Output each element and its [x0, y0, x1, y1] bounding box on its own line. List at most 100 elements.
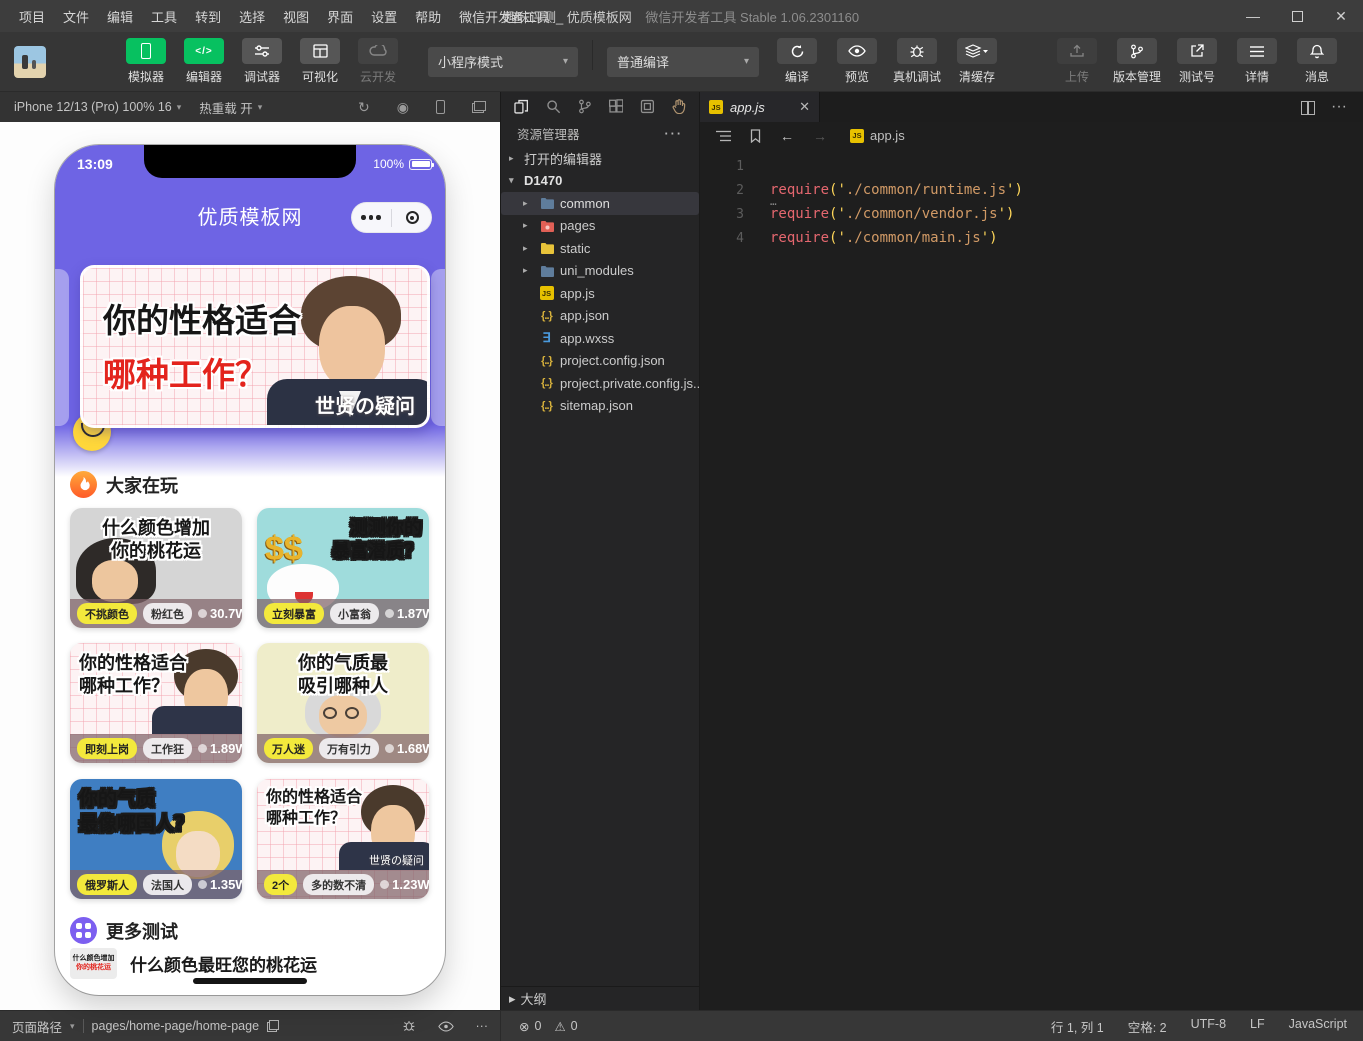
user-avatar[interactable]	[14, 46, 46, 78]
extensions-icon[interactable]	[609, 99, 624, 114]
menu-edit[interactable]: 编辑	[98, 7, 142, 26]
source-control-icon[interactable]	[578, 99, 592, 114]
search-icon[interactable]	[546, 99, 561, 114]
page-path-label[interactable]: 页面路径	[12, 1017, 62, 1036]
menu-wechat-devtools[interactable]: 微信开发者工具	[450, 7, 559, 26]
navigate-back-icon[interactable]: ←	[780, 128, 794, 144]
indentation[interactable]: 空格: 2	[1128, 1017, 1167, 1036]
option-tag[interactable]: 多的数不清	[303, 874, 374, 895]
eol-sequence[interactable]: LF	[1250, 1017, 1265, 1036]
restart-icon[interactable]: ↻	[358, 100, 370, 114]
folder-row-pages[interactable]: ▸ pages	[501, 215, 699, 238]
breadcrumb[interactable]: JS app.js	[850, 128, 905, 143]
quiz-card[interactable]: 你的性格适合 哪种工作？ 即刻上岗 工作狂 1.89W	[70, 643, 242, 763]
option-tag[interactable]: 工作狂	[143, 738, 192, 759]
menu-select[interactable]: 选择	[230, 7, 274, 26]
minimize-button[interactable]: —	[1231, 0, 1275, 32]
option-tag[interactable]: 俄罗斯人	[77, 874, 137, 895]
option-tag[interactable]: 即刻上岗	[77, 738, 137, 759]
option-tag[interactable]: 小富翁	[330, 603, 379, 624]
quiz-card[interactable]: 你的气质最 吸引哪种人 万人迷 万有引力 1.68W	[257, 643, 429, 763]
preview-button[interactable]: 预览	[833, 38, 881, 85]
more-item-title[interactable]: 什么颜色最旺您的桃花运	[130, 951, 317, 976]
file-row-app-json[interactable]: {..} app.json	[501, 305, 699, 328]
menu-tools[interactable]: 工具	[142, 7, 186, 26]
file-row-sitemap-json[interactable]: {..} sitemap.json	[501, 395, 699, 418]
open-editors-row[interactable]: ▸ 打开的编辑器	[501, 147, 699, 170]
option-tag[interactable]: 2个	[264, 874, 297, 895]
visualization-toggle-button[interactable]: 可视化	[296, 38, 344, 85]
device-debug-button[interactable]: 真机调试	[893, 38, 941, 85]
page-path-value[interactable]: pages/home-page/home-page	[92, 1019, 259, 1033]
option-tag[interactable]: 粉红色	[143, 603, 192, 624]
mode-select[interactable]: 小程序模式 ▾	[428, 47, 578, 77]
menu-goto[interactable]: 转到	[186, 7, 230, 26]
split-editor-icon[interactable]	[1301, 101, 1315, 113]
option-tag[interactable]: 法国人	[143, 874, 192, 895]
files-icon[interactable]	[514, 99, 529, 114]
quiz-card[interactable]: 你的性格适合 哪种工作？ 世贤の疑问 2个 多的数不清 1.23W	[257, 779, 429, 899]
folder-row-uni-modules[interactable]: ▸ uni_modules	[501, 260, 699, 283]
multi-window-icon[interactable]	[472, 101, 486, 113]
stop-icon[interactable]: ◉	[397, 100, 409, 114]
option-tag[interactable]: 万人迷	[264, 738, 313, 759]
device-select[interactable]: iPhone 12/13 (Pro) 100% 16 ▾	[14, 100, 181, 114]
menu-project[interactable]: 项目	[10, 7, 54, 26]
menu-file[interactable]: 文件	[54, 7, 98, 26]
bookmark-icon[interactable]	[750, 129, 761, 143]
debugger-toggle-button[interactable]: 调试器	[238, 38, 286, 85]
close-miniapp-button[interactable]	[392, 211, 432, 224]
copy-path-icon[interactable]	[267, 1020, 279, 1032]
problems-indicator[interactable]: ⊗ 0 ⚠ 0	[500, 1011, 596, 1041]
details-button[interactable]: 详情	[1233, 38, 1281, 85]
file-row-project-private-config[interactable]: {..} project.private.config.js...	[501, 372, 699, 395]
hand-tool-icon[interactable]	[672, 99, 686, 114]
version-control-button[interactable]: 版本管理	[1113, 38, 1161, 85]
language-mode[interactable]: JavaScript	[1289, 1017, 1347, 1036]
navigate-forward-icon[interactable]: →	[813, 128, 827, 144]
test-account-button[interactable]: 测试号	[1173, 38, 1221, 85]
clear-cache-button[interactable]: 清缓存	[953, 38, 1001, 85]
close-tab-icon[interactable]: ✕	[799, 99, 810, 115]
messages-button[interactable]: 消息	[1293, 38, 1341, 85]
device-frame-icon[interactable]	[436, 100, 445, 114]
editor-toggle-button[interactable]: </> 编辑器	[180, 38, 228, 85]
menu-interface[interactable]: 界面	[318, 7, 362, 26]
maximize-button[interactable]	[1275, 0, 1319, 32]
upload-button[interactable]: 上传	[1053, 38, 1101, 85]
file-row-app-wxss[interactable]: ∃ app.wxss	[501, 327, 699, 350]
menu-settings[interactable]: 设置	[362, 7, 406, 26]
project-root-row[interactable]: ▾ D1470	[501, 170, 699, 193]
eye-icon[interactable]	[438, 1021, 454, 1032]
option-tag[interactable]: 万有引力	[319, 738, 379, 759]
close-button[interactable]: ✕	[1319, 0, 1363, 32]
more-item-thumbnail[interactable]: 什么颜色增加 你的桃花运	[70, 948, 117, 979]
code-editor[interactable]: 1 2 require('./common/runtime.js') 3 req…	[700, 149, 1363, 1010]
hot-reload-toggle[interactable]: 热重载 开 ▾	[199, 98, 262, 117]
file-row-project-config[interactable]: {..} project.config.json	[501, 350, 699, 373]
option-tag[interactable]: 不挑颜色	[77, 603, 137, 624]
banner-prev-slide[interactable]	[55, 269, 69, 426]
widget-icon[interactable]	[640, 99, 655, 114]
explorer-more-actions[interactable]: ···	[665, 127, 684, 141]
outline-list-icon[interactable]	[716, 130, 731, 142]
encoding[interactable]: UTF-8	[1191, 1017, 1226, 1036]
quiz-card[interactable]: $$ 测测你的 暴富潜质？ 立刻暴富 小富翁 1.87W	[257, 508, 429, 628]
bug-icon[interactable]	[402, 1019, 416, 1033]
menu-help[interactable]: 帮助	[406, 7, 450, 26]
editor-more-actions[interactable]: ···	[1331, 98, 1347, 116]
cloud-dev-button[interactable]: 云开发	[354, 38, 402, 85]
banner-next-slide[interactable]	[431, 269, 445, 426]
file-row-app-js[interactable]: JS app.js	[501, 282, 699, 305]
compile-button[interactable]: 编译	[773, 38, 821, 85]
more-actions[interactable]: ···	[476, 1019, 489, 1033]
simulator-toggle-button[interactable]: 模拟器	[122, 38, 170, 85]
outline-section[interactable]: ▸ 大纲	[501, 986, 699, 1010]
quiz-card[interactable]: 你的气质 最像哪国人？ 俄罗斯人 法国人 1.35W	[70, 779, 242, 899]
option-tag[interactable]: 立刻暴富	[264, 603, 324, 624]
cursor-position[interactable]: 行 1, 列 1	[1051, 1017, 1104, 1036]
tab-app-js[interactable]: JS app.js ✕	[700, 92, 820, 122]
compile-mode-select[interactable]: 普通编译 ▾	[607, 47, 759, 77]
menu-view[interactable]: 视图	[274, 7, 318, 26]
quiz-card[interactable]: 什么颜色增加 你的桃花运 不挑颜色 粉红色 30.7W	[70, 508, 242, 628]
